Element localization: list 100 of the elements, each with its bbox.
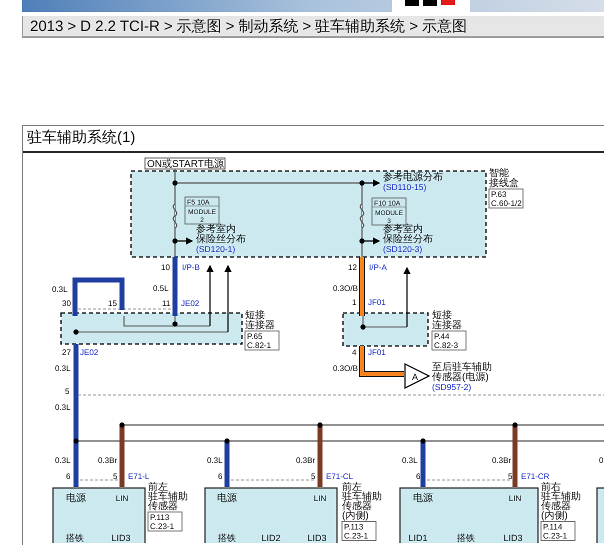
breadcrumb-separator: > (67, 18, 76, 34)
pin-label: LID1 (408, 533, 428, 543)
reference-text: 至后驻车辅助 传感器(电源) (432, 362, 492, 383)
sensor-box (596, 487, 604, 543)
wire-gauge-label: 0.3L (55, 456, 71, 465)
pin-label: LIN (508, 494, 522, 503)
signal-arrow (362, 179, 380, 187)
pin-number: 12 (348, 263, 357, 272)
reference-code: (SD120-3) (383, 244, 422, 254)
junction-dot (119, 422, 125, 428)
pin-label: 搭铁 (457, 533, 475, 543)
wire (512, 425, 518, 487)
connector-code: JF01 (368, 348, 386, 357)
connector-code: JE02 (181, 299, 200, 308)
page-reference-box: P.114 C.23-1 (540, 521, 576, 541)
connector-code: E71-CR (521, 472, 550, 481)
sensor-label: 前右 驻车辅助 传感器 (内侧) (541, 482, 581, 522)
breadcrumb-separator: > (226, 18, 234, 34)
pin-label: LID2 (262, 533, 280, 543)
connector-code: JE02 (80, 348, 98, 357)
wire (318, 425, 322, 487)
breadcrumb-link[interactable]: 示意图 (422, 18, 467, 34)
page-reference-box: P.65 C.82-1 (244, 330, 280, 350)
junction-dot (73, 329, 79, 335)
page-reference-box: P.63 C.60-1/2 (488, 188, 524, 208)
wire-gauge-label: 0 (599, 456, 604, 465)
pin-number: 6 (416, 472, 420, 481)
pin-number: 4 (352, 348, 356, 357)
fuse-icon (360, 203, 364, 229)
pin-number: 6 (66, 472, 70, 481)
pin-number: 5 (65, 387, 70, 396)
wire-gauge-label: 0.3L (52, 285, 68, 294)
wire-gauge-label: 0.3Br (98, 456, 118, 465)
pin-label: 搭铁 (218, 533, 236, 543)
pin-label: LID3 (504, 533, 522, 543)
breadcrumb-link[interactable]: 驻车辅助系统 (315, 18, 406, 34)
wire-gauge-label: 0.3O/B (333, 364, 358, 373)
pin-number: 6 (218, 472, 222, 481)
reference-text: 参考室内 保险丝分布 (196, 224, 246, 245)
power-source-label: ON或START电源 (144, 158, 226, 170)
reference-code: (SD120-1) (196, 244, 236, 254)
junction-dot (317, 422, 323, 428)
breadcrumb-link[interactable]: 2013 (30, 18, 64, 34)
breadcrumb-separator: > (164, 18, 173, 34)
fuse-icon (172, 203, 178, 229)
signal-arrow (362, 237, 380, 245)
pin-number: 11 (162, 299, 170, 308)
pin-number: 10 (161, 263, 170, 272)
connector-code: JF01 (368, 298, 386, 307)
junction-dot (172, 238, 178, 244)
reference-text: 参考电源分布 (383, 172, 443, 183)
reference-code: (SD110-15) (383, 182, 426, 192)
reference-text: 参考室内 保险丝分布 (383, 224, 433, 245)
wire (420, 441, 426, 487)
breadcrumb-link[interactable]: D 2.2 TCI-R (80, 18, 160, 34)
pin-label: 电源 (217, 493, 237, 504)
junction-dot (172, 180, 178, 186)
signal-arrow (175, 237, 194, 245)
breadcrumb-separator: > (409, 18, 418, 34)
wire (359, 346, 404, 377)
page-reference-box: P.113 C.23-1 (148, 512, 182, 532)
pin-label: LIN (314, 494, 326, 503)
pin-label: LID3 (308, 533, 326, 543)
wire-gauge-label: 0.3Br (492, 456, 512, 465)
pin-label: 电源 (66, 493, 86, 504)
connector-code: I/P-B (182, 263, 200, 272)
component-label: 智能 接线盒 (489, 168, 519, 189)
pin-label: LIN (116, 494, 128, 503)
signal-arrow (206, 264, 214, 326)
sensor-label: 前左 驻车辅助 传感器 (148, 482, 188, 512)
breadcrumb-link[interactable]: 制动系统 (238, 18, 298, 34)
junction-dot (512, 422, 518, 428)
pin-number: 15 (108, 299, 117, 308)
wire (359, 257, 365, 316)
wire-gauge-label: 0.5L (153, 284, 169, 293)
breadcrumb-link[interactable]: 示意图 (176, 18, 222, 34)
wire-gauge-label: 0.3L (55, 364, 71, 373)
diagram-title: 驻车辅助系统(1) (27, 128, 136, 148)
component-label: 短接 连接器 (432, 310, 462, 331)
reference-code: (SD957-2) (432, 382, 472, 392)
junction-dot (420, 438, 426, 444)
junction-dot (359, 180, 365, 186)
junction-dot (172, 321, 178, 327)
junction-dot (359, 238, 365, 244)
pin-number: 5 (113, 472, 118, 481)
pin-label: 搭铁 (66, 533, 84, 543)
wire-gauge-label: 0.3L (402, 456, 418, 465)
page-reference-box: P.44 C.82-3 (432, 330, 466, 350)
junction-dot (224, 438, 230, 444)
wire (224, 441, 230, 487)
pin-label: LID3 (112, 533, 130, 543)
junction-dot (73, 438, 79, 444)
pin-number: 27 (62, 348, 71, 357)
wire (72, 278, 124, 316)
connector-code: I/P-A (369, 263, 387, 272)
connector-triangle: A (404, 363, 430, 389)
wire-gauge-label: 0.3O/B (333, 284, 358, 293)
connector-code: E71-L (128, 472, 150, 481)
breadcrumb-separator: > (302, 18, 312, 34)
wire-gauge-label: 0.3Br (296, 456, 316, 465)
